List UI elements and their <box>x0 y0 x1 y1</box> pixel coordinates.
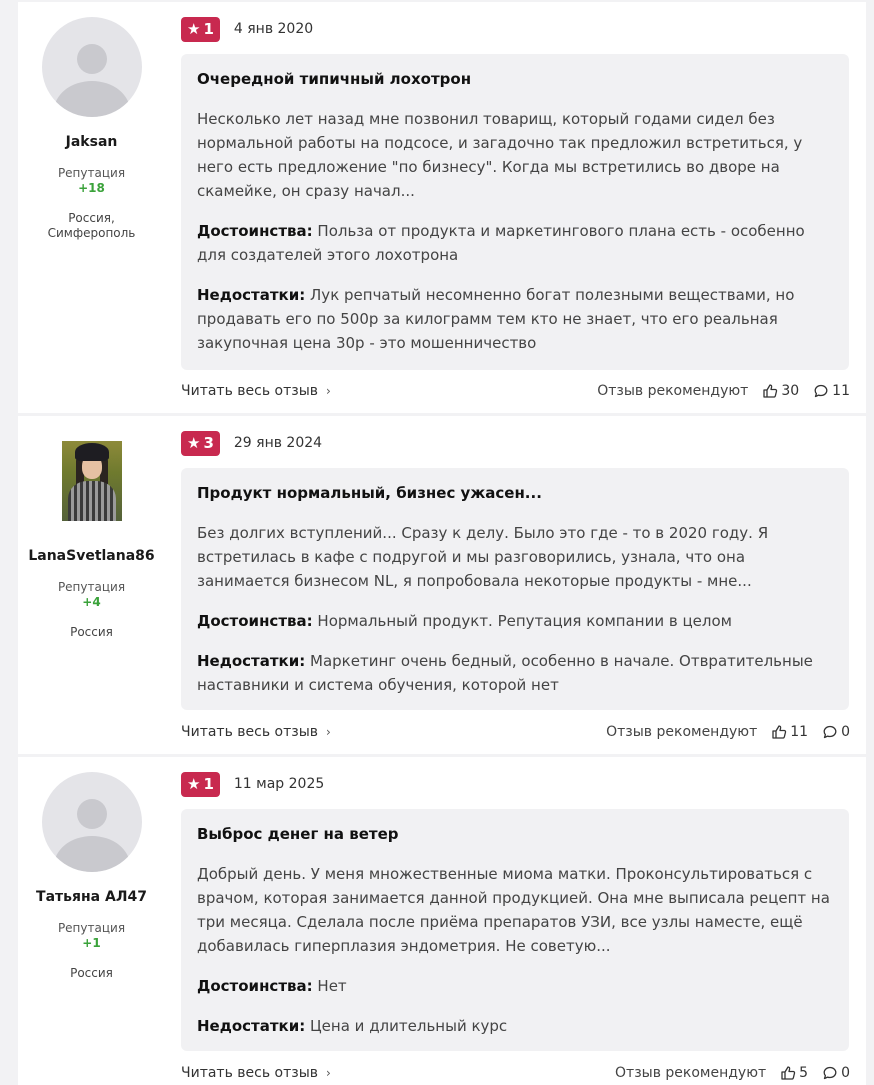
review-footer: Читать весь отзыв › Отзыв рекомендуют 11… <box>181 722 850 742</box>
cons-label: Недостатки: <box>197 652 306 670</box>
rating-badge: ★ 1 <box>181 16 220 42</box>
review-card: LanaSvetlana86 Репутация +4 Россия ★ 3 2… <box>18 416 866 754</box>
author-location: Россия <box>70 966 113 980</box>
review-date: 11 мар 2025 <box>233 776 325 792</box>
star-icon: ★ <box>187 20 201 38</box>
reputation-value: +18 <box>78 181 105 195</box>
chevron-right-icon: › <box>326 1066 331 1080</box>
review-card: Jaksan Репутация +18 Россия, Симферополь… <box>18 2 866 413</box>
likes-count: 11 <box>790 724 809 740</box>
author-name[interactable]: Татьяна АЛ47 <box>18 889 165 905</box>
like-button[interactable]: 5 <box>780 1065 808 1081</box>
star-icon: ★ <box>187 434 201 452</box>
reputation-value: +1 <box>82 936 101 950</box>
rating-value: 1 <box>203 775 214 793</box>
review-author: LanaSvetlana86 Репутация +4 Россия <box>18 416 165 640</box>
review-title[interactable]: Выброс денег на ветер <box>197 823 833 845</box>
read-full-review-label: Читать весь отзыв <box>181 383 319 399</box>
author-name[interactable]: LanaSvetlana86 <box>18 548 165 564</box>
pros-label: Достоинства: <box>197 222 313 240</box>
review-footer: Читать весь отзыв › Отзыв рекомендуют 30… <box>181 381 850 401</box>
cons-label: Недостатки: <box>197 286 306 304</box>
like-button[interactable]: 11 <box>771 724 808 740</box>
comments-count: 11 <box>832 383 850 399</box>
read-full-review-link[interactable]: Читать весь отзыв › <box>181 1065 331 1081</box>
rating-badge: ★ 1 <box>181 771 220 797</box>
reputation-label: Репутация <box>57 580 126 594</box>
pros-text: Нет <box>317 977 347 995</box>
review-pros: Достоинства: Польза от продукта и маркет… <box>197 219 833 267</box>
read-full-review-link[interactable]: Читать весь отзыв › <box>181 383 331 399</box>
avatar-placeholder[interactable] <box>41 772 142 872</box>
comments-button[interactable]: 0 <box>822 724 850 740</box>
thumb-up-icon <box>763 384 778 398</box>
review-body[interactable]: Выброс денег на ветер Добрый день. У мен… <box>181 809 849 1051</box>
review-title[interactable]: Очередной типичный лохотрон <box>197 68 833 90</box>
comments-count: 0 <box>841 1065 850 1081</box>
review-card: Татьяна АЛ47 Репутация +1 Россия ★ 1 11 … <box>18 757 866 1085</box>
review-pros: Достоинства: Нормальный продукт. Репутац… <box>197 609 833 633</box>
thumb-up-icon <box>772 725 787 739</box>
recommend-label: Отзыв рекомендуют <box>606 724 758 740</box>
pros-label: Достоинства: <box>197 612 313 630</box>
author-location: Россия <box>70 625 113 639</box>
avatar-placeholder[interactable] <box>41 17 142 117</box>
thumb-up-icon <box>781 1066 796 1080</box>
recommend-label: Отзыв рекомендуют <box>615 1065 767 1081</box>
review-body[interactable]: Продукт нормальный, бизнес ужасен... Без… <box>181 468 849 710</box>
read-full-review-link[interactable]: Читать весь отзыв › <box>181 724 331 740</box>
rating-badge: ★ 3 <box>181 430 220 456</box>
review-author: Татьяна АЛ47 Репутация +1 Россия <box>18 757 165 981</box>
read-full-review-label: Читать весь отзыв <box>181 724 319 740</box>
avatar-photo[interactable] <box>61 441 122 521</box>
read-full-review-label: Читать весь отзыв <box>181 1065 319 1081</box>
comment-bubble-icon <box>823 725 837 739</box>
review-excerpt: Добрый день. У меня множественные миома … <box>197 865 830 955</box>
rating-value: 1 <box>203 20 214 38</box>
author-location: Россия, Симферополь <box>47 211 136 240</box>
star-icon: ★ <box>187 775 201 793</box>
review-body[interactable]: Очередной типичный лохотрон Несколько ле… <box>181 54 849 370</box>
review-cons: Недостатки: Лук репчатый несомненно бога… <box>197 283 833 355</box>
review-author: Jaksan Репутация +18 Россия, Симферополь <box>18 2 165 241</box>
review-excerpt: Без долгих вступлений... Сразу к делу. Б… <box>197 524 769 590</box>
review-excerpt: Несколько лет назад мне позвонил товарищ… <box>197 110 803 200</box>
comments-button[interactable]: 11 <box>813 383 850 399</box>
review-date: 29 янв 2024 <box>233 435 323 451</box>
review-meta: ★ 1 11 мар 2025 <box>181 771 324 797</box>
review-footer: Читать весь отзыв › Отзыв рекомендуют 5 … <box>181 1063 850 1083</box>
review-meta: ★ 1 4 янв 2020 <box>181 16 313 42</box>
reputation-label: Репутация <box>57 921 126 935</box>
comments-button[interactable]: 0 <box>822 1065 850 1081</box>
cons-label: Недостатки: <box>197 1017 306 1035</box>
like-button[interactable]: 30 <box>762 383 799 399</box>
review-title[interactable]: Продукт нормальный, бизнес ужасен... <box>197 482 833 504</box>
review-date: 4 янв 2020 <box>233 21 314 37</box>
likes-count: 30 <box>781 383 800 399</box>
review-cons: Недостатки: Цена и длительный курс <box>197 1014 833 1038</box>
review-cons: Недостатки: Маркетинг очень бедный, особ… <box>197 649 833 697</box>
comments-count: 0 <box>841 724 850 740</box>
cons-text: Цена и длительный курс <box>310 1017 508 1035</box>
chevron-right-icon: › <box>326 384 331 398</box>
review-meta: ★ 3 29 янв 2024 <box>181 430 322 456</box>
review-pros: Достоинства: Нет <box>197 974 833 998</box>
pros-label: Достоинства: <box>197 977 313 995</box>
likes-count: 5 <box>799 1065 809 1081</box>
pros-text: Нормальный продукт. Репутация компании в… <box>317 612 732 630</box>
rating-value: 3 <box>203 434 214 452</box>
reputation-label: Репутация <box>57 166 126 180</box>
chevron-right-icon: › <box>326 725 331 739</box>
reviews-feed: Jaksan Репутация +18 Россия, Симферополь… <box>0 0 874 1085</box>
reputation-value: +4 <box>82 595 101 609</box>
comment-bubble-icon <box>823 1066 837 1080</box>
comment-bubble-icon <box>814 384 828 398</box>
author-name[interactable]: Jaksan <box>18 134 165 150</box>
recommend-label: Отзыв рекомендуют <box>597 383 749 399</box>
